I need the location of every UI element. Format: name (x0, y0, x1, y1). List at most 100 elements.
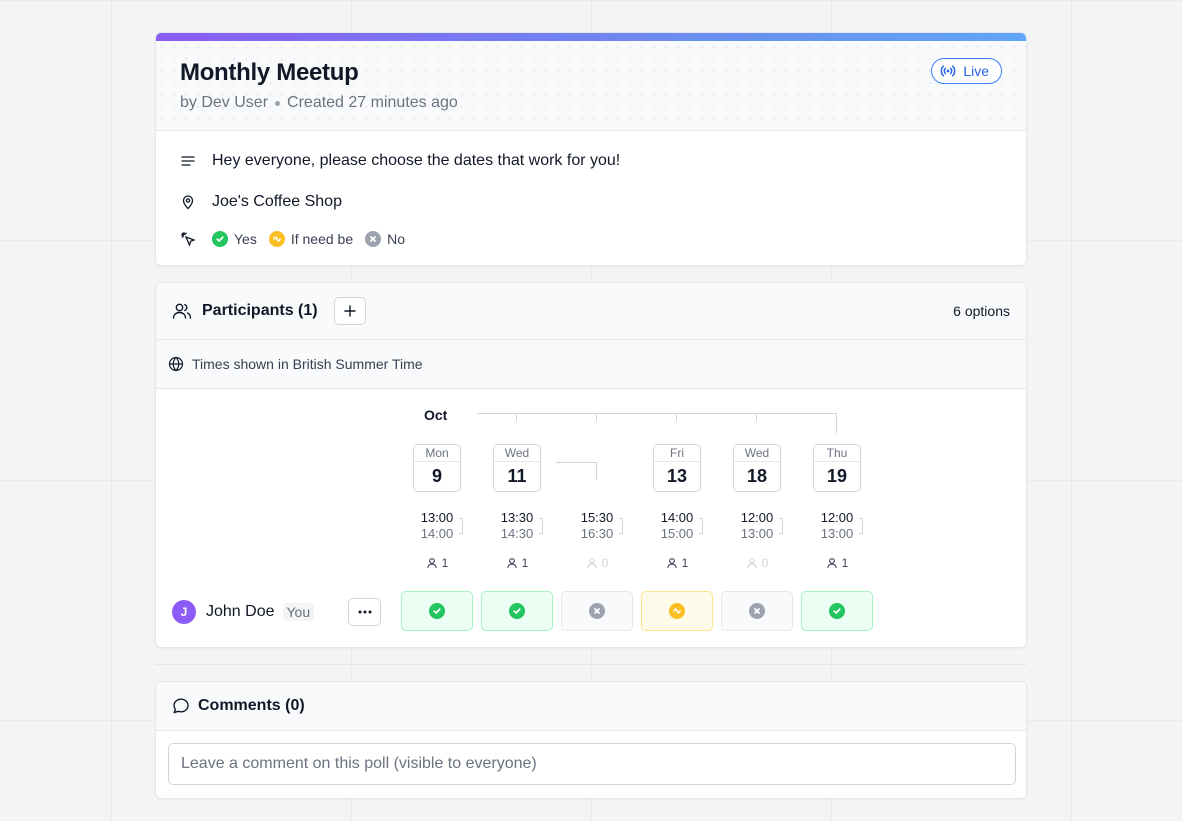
end-time: 16:30 (580, 526, 614, 541)
participant-count: 0 (573, 556, 621, 570)
x-circle-icon (589, 603, 605, 619)
avatar: J (172, 600, 196, 624)
date-day: 9 (431, 466, 442, 486)
time-range: 13:00 14:00 (413, 510, 461, 542)
comments-card: Comments (0) (155, 681, 1027, 799)
pointer-click-icon (180, 231, 196, 247)
date-box: Mon 9 (413, 444, 461, 492)
participant-count: 1 (813, 556, 861, 570)
vote-cell-no[interactable] (721, 591, 793, 631)
separator-dot (275, 100, 281, 106)
live-status-badge[interactable]: Live (931, 58, 1002, 84)
start-time: 13:00 (420, 510, 454, 525)
end-time: 13:00 (820, 526, 854, 541)
month-label: Oct (424, 407, 448, 423)
if-need-be-icon (669, 603, 685, 619)
comments-header: Comments (0) (156, 682, 1026, 731)
count-value: 0 (601, 556, 609, 570)
participants-card: Participants (1) 6 options Times shown i… (155, 282, 1027, 648)
ellipsis-icon (358, 610, 372, 614)
count-value: 1 (521, 556, 529, 570)
count-value: 1 (841, 556, 849, 570)
connector-tick (676, 413, 677, 421)
legend-maybe-label: If need be (290, 231, 354, 247)
time-range: 12:00 13:00 (813, 510, 861, 542)
section-divider (155, 664, 1027, 665)
participant-menu-button[interactable] (348, 598, 381, 626)
poll-author: by Dev User (180, 94, 269, 111)
date-weekday: Thu (814, 445, 860, 462)
vote-cell-yes[interactable] (401, 591, 473, 631)
participant-row: J John Doe You (172, 600, 315, 624)
participant-name: John Doe (206, 603, 275, 620)
date-box: Wed 18 (733, 444, 781, 492)
date-weekday: Wed (494, 445, 540, 462)
text-lines-icon (180, 153, 196, 169)
legend-no: No (365, 231, 405, 247)
time-range: 13:30 14:30 (493, 510, 541, 542)
check-circle-icon (509, 603, 525, 619)
x-circle-icon (749, 603, 765, 619)
check-circle-icon (829, 603, 845, 619)
connector-tick (516, 413, 517, 421)
connector-tick (596, 413, 597, 421)
connector-tick (756, 413, 757, 421)
comments-title: Comments (0) (198, 697, 305, 714)
time-range: 14:00 15:00 (653, 510, 701, 542)
broadcast-icon (940, 63, 956, 79)
speech-bubble-icon (172, 697, 190, 715)
vote-cell-yes[interactable] (481, 591, 553, 631)
same-day-connector (556, 462, 596, 463)
legend-maybe: If need be (268, 231, 354, 247)
globe-icon (168, 356, 184, 372)
month-connector (477, 413, 837, 414)
date-box: Fri 13 (653, 444, 701, 492)
user-icon (506, 557, 518, 569)
poll-header: Monthly Meetup by Dev User Created 27 mi… (156, 41, 1026, 131)
date-box: Thu 19 (813, 444, 861, 492)
legend-yes: Yes (212, 231, 257, 247)
vote-cell-maybe[interactable] (641, 591, 713, 631)
vote-legend: Yes If need be No (212, 231, 405, 247)
date-day: 18 (746, 466, 768, 486)
end-time: 14:30 (500, 526, 534, 541)
time-bracket (779, 518, 783, 534)
start-time: 14:00 (660, 510, 694, 525)
poll-location: Joe's Coffee Shop (212, 193, 342, 210)
add-participant-button[interactable] (334, 297, 366, 325)
end-time: 14:00 (420, 526, 454, 541)
count-value: 0 (761, 556, 769, 570)
same-day-connector (596, 462, 597, 480)
end-time: 15:00 (660, 526, 694, 541)
participants-title: Participants (1) (202, 302, 318, 319)
user-icon (586, 557, 598, 569)
vote-cell-no[interactable] (561, 591, 633, 631)
user-icon (826, 557, 838, 569)
poll-meta: by Dev User Created 27 minutes ago (180, 94, 458, 112)
vote-cell-yes[interactable] (801, 591, 873, 631)
poll-description: Hey everyone, please choose the dates th… (212, 152, 621, 169)
start-time: 12:00 (740, 510, 774, 525)
live-label: Live (963, 63, 989, 79)
participants-header: Participants (1) 6 options (156, 283, 1026, 340)
date-day: 19 (826, 466, 848, 486)
participant-count: 1 (493, 556, 541, 570)
check-circle-icon (212, 231, 228, 247)
count-value: 1 (441, 556, 449, 570)
location-row: Joe's Coffee Shop (180, 193, 342, 211)
time-bracket (699, 518, 703, 534)
time-range: 12:00 13:00 (733, 510, 781, 542)
date-box: Wed 11 (493, 444, 541, 492)
if-need-be-icon (268, 231, 285, 247)
time-range: 15:30 16:30 (573, 510, 621, 542)
count-value: 1 (681, 556, 689, 570)
options-grid: Oct Mon 9 13:00 14:00 1 Wed 11 13:30 14:30 1 15:30… (156, 389, 1026, 647)
date-weekday: Mon (414, 445, 460, 462)
time-bracket (859, 518, 863, 534)
timezone-row[interactable]: Times shown in British Summer Time (156, 340, 1026, 389)
comment-input[interactable] (168, 743, 1016, 785)
map-pin-icon (180, 194, 196, 210)
options-count: 6 options (953, 303, 1010, 319)
legend-yes-label: Yes (234, 231, 257, 247)
participant-count: 1 (653, 556, 701, 570)
